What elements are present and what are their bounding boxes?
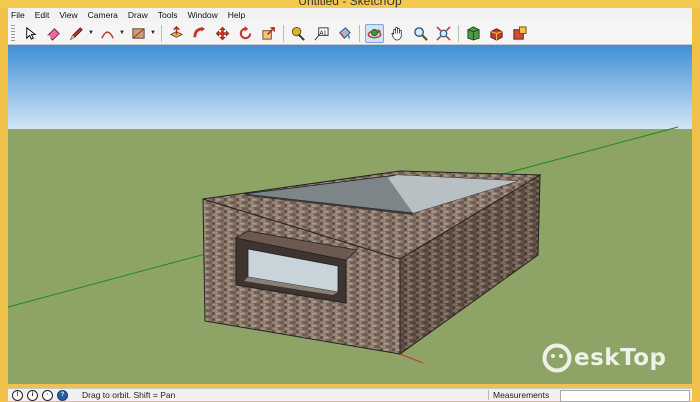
3d-warehouse-button[interactable]: [464, 24, 483, 43]
menu-draw[interactable]: Draw: [123, 10, 153, 20]
measurements-input[interactable]: [560, 390, 690, 402]
arc-tool-button[interactable]: [98, 24, 117, 43]
tape-measure-button[interactable]: [289, 24, 308, 43]
orbit-button[interactable]: [365, 23, 384, 43]
toolbar-separator: [283, 24, 284, 42]
geo-location-icon[interactable]: !: [12, 389, 23, 401]
select-tool-button[interactable]: [21, 24, 40, 43]
orbit-icon: [367, 28, 382, 38]
paint-bucket-button[interactable]: [335, 24, 354, 43]
status-bar: ! i · ? Drag to orbit. Shift = Pan Measu…: [8, 388, 692, 402]
credits-icon[interactable]: i: [27, 389, 38, 401]
scale-button[interactable]: [259, 24, 278, 43]
toolbar-grip[interactable]: [11, 25, 15, 41]
pencil-line-icon: [69, 26, 83, 40]
main-toolbar: ▼ ▼ ▼ A1: [8, 22, 692, 45]
sketchup-window: Untitled - SketchUp File Edit View Camer…: [0, 0, 700, 402]
menu-file[interactable]: File: [8, 10, 30, 20]
zoom-extents-icon: [436, 25, 451, 41]
arc-icon: [101, 30, 114, 39]
eraser-icon: [47, 27, 60, 41]
rotate-button[interactable]: [236, 24, 255, 43]
push-pull-button[interactable]: [167, 24, 186, 43]
help-icon[interactable]: ?: [57, 389, 68, 401]
measurements-label: Measurements: [488, 390, 549, 400]
menu-view[interactable]: View: [54, 10, 82, 20]
zoom-button[interactable]: [411, 24, 430, 43]
arc-tool-dropdown[interactable]: ▼: [119, 25, 125, 42]
move-button[interactable]: [213, 24, 232, 43]
select-arrow-icon: [26, 26, 37, 40]
menu-bar: File Edit View Camera Draw Tools Window …: [8, 8, 692, 22]
toolbar-separator: [458, 24, 459, 42]
shape-tool-button[interactable]: [129, 24, 148, 43]
zoom-icon: [414, 26, 428, 41]
warehouse-icon: [467, 25, 480, 41]
menu-tools[interactable]: Tools: [153, 10, 183, 20]
text-tool-button[interactable]: A1: [312, 24, 331, 43]
components-icon: [490, 27, 503, 41]
shape-tool-dropdown[interactable]: ▼: [150, 25, 156, 42]
pan-button[interactable]: [388, 24, 407, 43]
svg-text:A1: A1: [320, 30, 327, 36]
follow-me-icon: [193, 26, 206, 37]
line-tool-dropdown[interactable]: ▼: [88, 25, 94, 42]
toolbar-separator: [161, 24, 162, 42]
3d-scene: [8, 45, 692, 384]
sky: [8, 45, 692, 129]
push-pull-icon: [169, 25, 184, 38]
follow-me-button[interactable]: [190, 24, 209, 43]
title-bar: Untitled - SketchUp: [0, 0, 700, 8]
user-icon[interactable]: ·: [42, 389, 53, 401]
menu-window[interactable]: Window: [183, 10, 223, 20]
line-tool-button[interactable]: [67, 24, 86, 43]
menu-camera[interactable]: Camera: [83, 10, 123, 20]
menu-edit[interactable]: Edit: [30, 10, 55, 20]
status-text: Drag to orbit. Shift = Pan: [82, 390, 176, 400]
extension-warehouse-button[interactable]: [510, 24, 529, 43]
extension-icon: [513, 25, 527, 40]
text-label-icon: A1: [314, 26, 329, 40]
toolbar-separator: [359, 24, 360, 42]
tape-measure-icon: [291, 26, 305, 41]
paint-bucket-icon: [339, 26, 351, 39]
scale-icon: [262, 26, 275, 40]
components-button[interactable]: [487, 24, 506, 43]
eraser-tool-button[interactable]: [44, 24, 63, 43]
modeling-viewport[interactable]: [8, 45, 692, 384]
window-title: Untitled - SketchUp: [298, 0, 402, 8]
pan-hand-icon: [391, 26, 402, 40]
menu-help[interactable]: Help: [223, 10, 250, 20]
rotate-icon: [239, 25, 252, 39]
zoom-extents-button[interactable]: [434, 24, 453, 43]
move-icon: [215, 26, 230, 40]
rectangle-shape-icon: [132, 27, 145, 39]
